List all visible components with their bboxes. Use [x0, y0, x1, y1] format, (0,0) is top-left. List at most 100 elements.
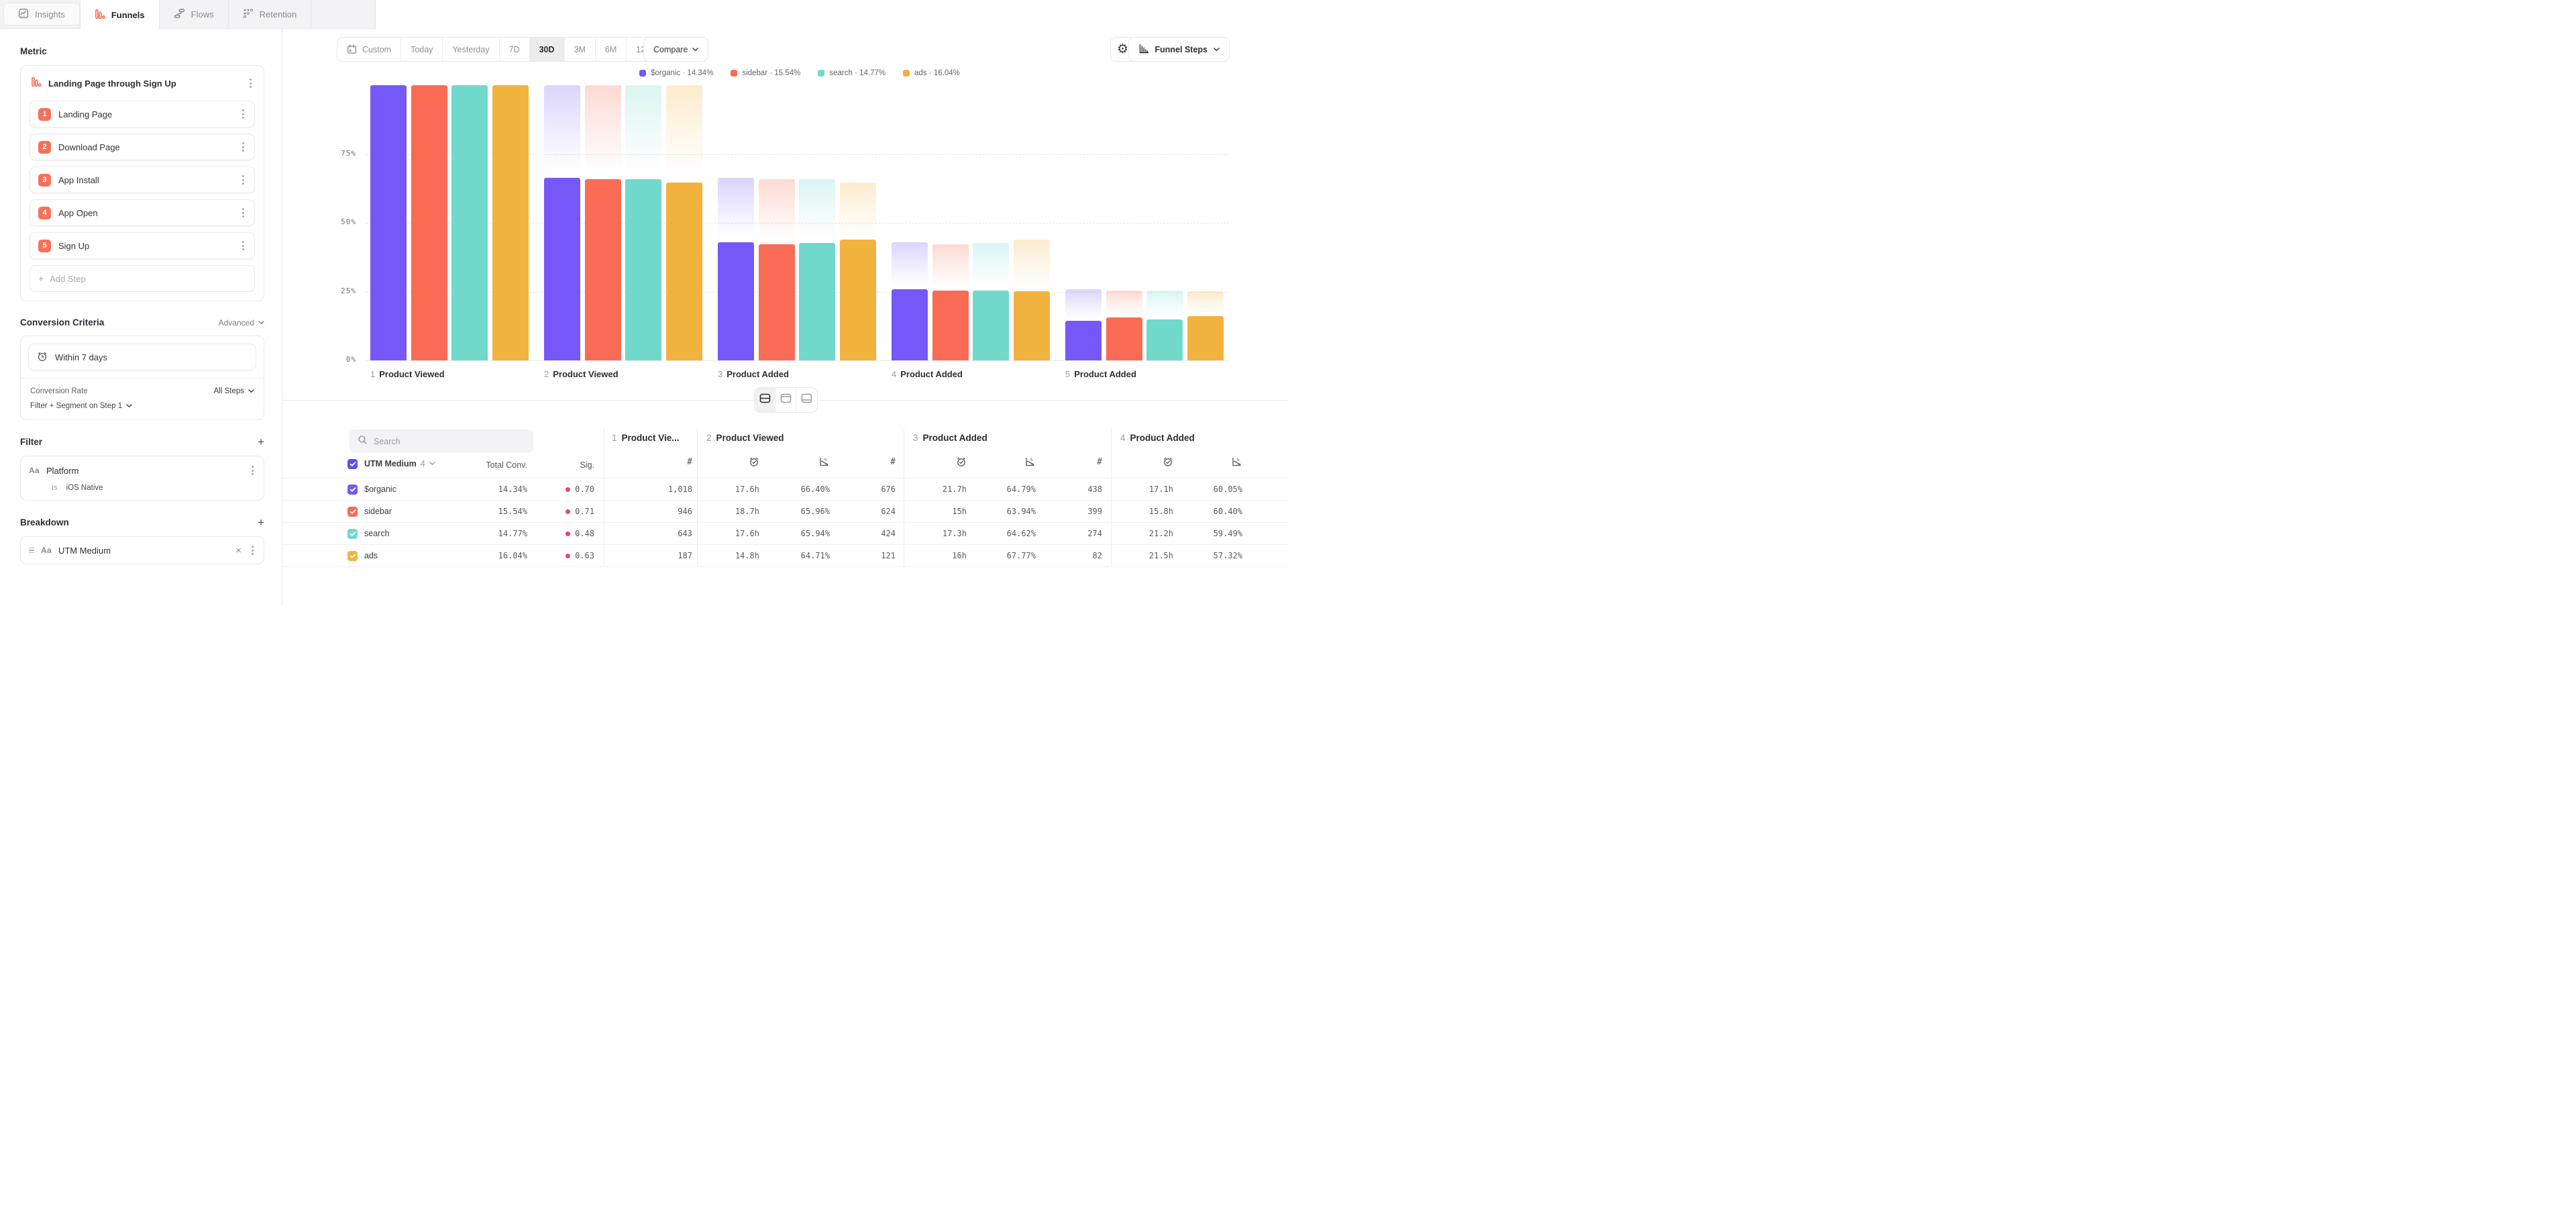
bar-ads-step5[interactable]	[1187, 316, 1224, 360]
bar-organic-step3[interactable]	[718, 242, 754, 360]
column-header-count[interactable]: #	[687, 456, 692, 467]
sig-value: 0.71	[566, 501, 594, 522]
kebab-menu-icon[interactable]	[250, 543, 256, 558]
range-30d[interactable]: 30D	[530, 38, 565, 61]
advanced-dropdown[interactable]: Advanced	[219, 318, 264, 327]
filter-value[interactable]: iOS Native	[66, 484, 103, 492]
breakdown-column-header[interactable]: UTM Medium4	[364, 459, 435, 468]
bar-sidebar-step1[interactable]	[411, 85, 447, 360]
range-7d[interactable]: 7D	[500, 38, 530, 61]
chart-type-button[interactable]: Funnel Steps	[1128, 37, 1230, 62]
range-6m[interactable]: 6M	[596, 38, 627, 61]
tab-funnels[interactable]: Funnels	[80, 0, 160, 30]
svg-text:%: %	[1030, 457, 1033, 462]
table-only-view-button[interactable]	[796, 388, 817, 412]
range-today[interactable]: Today	[401, 38, 443, 61]
column-header-time[interactable]	[1163, 456, 1173, 469]
row-checkbox[interactable]	[347, 507, 358, 517]
column-header-conv[interactable]: %	[1024, 456, 1036, 469]
kebab-menu-icon[interactable]	[250, 463, 256, 478]
legend-item-ads[interactable]: ads · 16.04%	[903, 69, 960, 77]
kebab-menu-icon[interactable]	[240, 140, 246, 154]
range-custom[interactable]: Custom	[337, 38, 401, 61]
split-view-button[interactable]	[755, 388, 775, 412]
row-checkbox[interactable]	[347, 529, 358, 539]
table-row-sidebar[interactable]: sidebar15.54%0.7194618.7h65.96%62415h63.…	[282, 500, 1288, 522]
search-input[interactable]	[374, 437, 525, 446]
funnel-step-download-page[interactable]: 2Download Page	[30, 134, 255, 160]
bar-search-step1[interactable]	[451, 85, 488, 360]
table-row-organic[interactable]: $organic14.34%0.701,01817.6h66.40%67621.…	[282, 478, 1288, 500]
segment-name: search	[364, 523, 390, 544]
select-all-checkbox[interactable]	[347, 459, 358, 469]
funnel-step-app-open[interactable]: 4App Open	[30, 199, 255, 226]
tab-insights[interactable]: Insights	[3, 3, 80, 26]
remove-breakdown-icon[interactable]: ×	[234, 545, 243, 556]
tab-retention[interactable]: Retention	[229, 0, 312, 28]
bar-organic-step2[interactable]	[544, 178, 580, 360]
legend-item-organic[interactable]: $organic · 14.34%	[639, 69, 713, 77]
kebab-menu-icon[interactable]	[248, 76, 254, 91]
bar-sidebar-step3[interactable]	[759, 244, 795, 360]
add-step-button[interactable]: + Add Step	[30, 265, 255, 292]
legend-swatch	[903, 70, 910, 77]
row-checkbox[interactable]	[347, 551, 358, 561]
bar-ads-step4[interactable]	[1014, 291, 1050, 360]
step-label: Landing Page	[58, 109, 240, 119]
table-search[interactable]	[350, 430, 533, 453]
kebab-menu-icon[interactable]	[240, 205, 246, 220]
add-breakdown-button[interactable]: +	[258, 517, 264, 528]
bar-search-step3[interactable]	[799, 243, 835, 360]
column-header-time[interactable]	[749, 456, 759, 469]
bar-ads-step2[interactable]	[666, 183, 702, 360]
column-header-conv[interactable]: %	[1231, 456, 1242, 469]
bar-organic-step1[interactable]	[370, 85, 407, 360]
report-tabbar: Insights Funnels Flows Retention	[0, 0, 376, 29]
bar-ads-step3[interactable]	[840, 240, 876, 360]
step-label: App Install	[58, 175, 240, 185]
legend-item-search[interactable]: search · 14.77%	[818, 69, 885, 77]
filter-property[interactable]: Platform	[46, 466, 243, 476]
total-conv-header[interactable]: Total Conv.	[486, 460, 527, 470]
bar-sidebar-step4[interactable]	[932, 291, 969, 360]
drag-handle-icon[interactable]	[29, 548, 34, 554]
add-filter-button[interactable]: +	[258, 436, 264, 448]
table-group-step1: 1Product Vie...	[612, 433, 680, 443]
funnel-step-app-install[interactable]: 3App Install	[30, 166, 255, 193]
column-header-count[interactable]: #	[1097, 456, 1102, 467]
bar-sidebar-step2[interactable]	[585, 179, 621, 360]
g4-conv-value: 60.40%	[1214, 501, 1242, 522]
sig-header[interactable]: Sig.	[580, 460, 594, 470]
bar-sidebar-step5[interactable]	[1106, 317, 1142, 360]
conversion-rate-scope-dropdown[interactable]: All Steps	[214, 387, 254, 395]
table-row-ads[interactable]: ads16.04%0.6318714.8h64.71%12116h67.77%8…	[282, 544, 1288, 566]
bar-organic-step5[interactable]	[1065, 321, 1102, 360]
range-yesterday[interactable]: Yesterday	[443, 38, 499, 61]
column-header-conv[interactable]: %	[818, 456, 830, 469]
tab-flows[interactable]: Flows	[160, 0, 229, 28]
range-3m[interactable]: 3M	[565, 38, 596, 61]
bar-search-step2[interactable]	[625, 179, 661, 360]
kebab-menu-icon[interactable]	[240, 107, 246, 121]
table-row-search[interactable]: search14.77%0.4864317.6h65.94%42417.3h64…	[282, 522, 1288, 544]
ghost-bar-sidebar-step2	[585, 85, 621, 179]
bar-organic-step4[interactable]	[892, 289, 928, 360]
funnel-step-sign-up[interactable]: 5Sign Up	[30, 232, 255, 259]
column-header-time[interactable]	[956, 456, 967, 469]
chart-only-view-button[interactable]	[775, 388, 796, 412]
bar-ads-step1[interactable]	[492, 85, 529, 360]
legend-item-sidebar[interactable]: sidebar · 15.54%	[731, 69, 800, 77]
kebab-menu-icon[interactable]	[240, 238, 246, 253]
column-header-count[interactable]: #	[890, 456, 896, 467]
breakdown-property[interactable]: UTM Medium	[58, 546, 227, 556]
compare-button[interactable]: Compare	[643, 37, 708, 62]
kebab-menu-icon[interactable]	[240, 172, 246, 187]
filter-segment-step-dropdown[interactable]: Filter + Segment on Step 1	[30, 402, 254, 410]
row-checkbox[interactable]	[347, 485, 358, 495]
funnel-step-landing-page[interactable]: 1Landing Page	[30, 101, 255, 128]
plus-icon: +	[38, 273, 44, 284]
bar-search-step4[interactable]	[973, 291, 1009, 360]
bar-search-step5[interactable]	[1146, 319, 1183, 360]
conversion-window-button[interactable]: Within 7 days	[28, 344, 256, 370]
svg-text:%: %	[1237, 457, 1240, 462]
